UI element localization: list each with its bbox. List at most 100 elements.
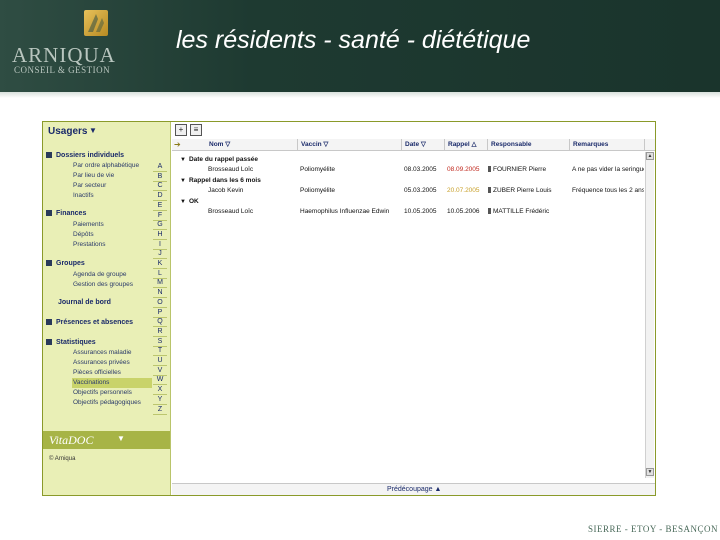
nav-section-groupes[interactable]: Groupes: [46, 260, 85, 267]
responsable-cell: ZUBER Pierre Louis: [488, 186, 568, 195]
nav-item-alphabetique[interactable]: Par ordre alphabétique: [72, 161, 152, 171]
index-letter-i[interactable]: I: [153, 240, 167, 250]
group-row-rappel-6-mois[interactable]: ▼ Rappel dans les 6 mois: [172, 176, 642, 185]
status-bar: Prédécoupage ▲: [172, 483, 655, 495]
nav-item-prestations[interactable]: Prestations: [72, 240, 152, 250]
index-letter-u[interactable]: U: [153, 356, 167, 366]
column-header-nom[interactable]: Nom ▽: [206, 139, 298, 151]
chevron-down-icon[interactable]: ▼: [89, 126, 97, 135]
section-bullet-icon: [46, 339, 52, 346]
logo-subtitle: CONSEIL & GESTION: [14, 65, 111, 75]
index-letter-v[interactable]: V: [153, 366, 167, 376]
nav-item-objectifs-personnels[interactable]: Objectifs personnels: [72, 388, 152, 398]
toolbar: + ≡: [172, 122, 655, 138]
nav-section-journal[interactable]: Journal de bord: [46, 299, 111, 306]
index-letter-o[interactable]: O: [153, 298, 167, 308]
index-letter-l[interactable]: L: [153, 269, 167, 279]
nav-item-inactifs[interactable]: Inactifs: [72, 191, 152, 201]
responsable-cell: FOURNIER Pierre: [488, 165, 568, 174]
slide: ARNIQUA CONSEIL & GESTION les résidents …: [0, 0, 720, 540]
sidebar-title[interactable]: Usagers: [48, 126, 87, 137]
rappel-ok: 10.05.2006: [447, 208, 480, 215]
nav-item-lieu-de-vie[interactable]: Par lieu de vie: [72, 171, 152, 181]
column-header-date[interactable]: Date ▽: [402, 139, 445, 151]
index-letter-c[interactable]: C: [153, 181, 167, 192]
section-bullet-icon: [46, 260, 52, 267]
nav-item-objectifs-pedagogiques[interactable]: Objectifs pédagogiques: [72, 398, 152, 408]
table-row[interactable]: Brosseaud Loïc Poliomyélite 08.03.2005 0…: [172, 165, 644, 174]
index-letter-e[interactable]: E: [153, 201, 167, 211]
collapse-triangle-icon[interactable]: ▼: [180, 198, 186, 207]
nav-item-assurances-privees[interactable]: Assurances privées: [72, 358, 152, 368]
index-letter-m[interactable]: M: [153, 278, 167, 289]
predecoupage-toggle[interactable]: Prédécoupage ▲: [387, 486, 441, 493]
column-header-responsable[interactable]: Responsable: [488, 139, 570, 151]
arniqua-logo: ARNIQUA CONSEIL & GESTION: [0, 0, 122, 92]
scroll-up-icon[interactable]: ▲: [646, 152, 654, 160]
index-letter-s[interactable]: S: [153, 337, 167, 347]
add-icon[interactable]: +: [175, 124, 187, 136]
footer-locations: SIERRE - ETOY - BESANÇON: [588, 524, 719, 534]
section-bullet-icon: [46, 319, 52, 326]
index-letter-h[interactable]: H: [153, 230, 167, 240]
index-letter-g[interactable]: G: [153, 220, 167, 231]
scroll-down-icon[interactable]: ▼: [646, 468, 654, 476]
vaccination-list-panel: + ≡ ➔ Nom ▽ Vaccin ▽ Date ▽ Rappel △ Res…: [172, 122, 655, 495]
nav-item-assurances-maladie[interactable]: Assurances maladie: [72, 348, 152, 358]
logo-emblem-icon: [84, 10, 108, 36]
nav-section-presences[interactable]: Présences et absences: [46, 319, 133, 326]
nav-item-gestion-groupes[interactable]: Gestion des groupes: [72, 280, 152, 290]
logo-name: ARNIQUA: [12, 43, 116, 67]
sidebar: Usagers ▼ Dossiers individuels Par ordre…: [43, 122, 171, 495]
collapse-triangle-icon[interactable]: ▼: [180, 156, 186, 165]
refresh-arrow-icon[interactable]: ➔: [174, 140, 181, 149]
nav-section-statistiques[interactable]: Statistiques: [46, 339, 96, 346]
index-letter-q[interactable]: Q: [153, 317, 167, 328]
nav-item-vaccinations[interactable]: Vaccinations: [72, 378, 152, 388]
index-letter-n[interactable]: N: [153, 288, 167, 299]
table-row[interactable]: Brosseaud Loïc Haemophilus Influenzae Ed…: [172, 207, 642, 216]
index-letter-f[interactable]: F: [153, 211, 167, 221]
index-letter-x[interactable]: X: [153, 385, 167, 396]
rappel-upcoming: 20.07.2005: [447, 187, 480, 194]
index-letter-w[interactable]: W: [153, 375, 167, 386]
nav-item-agenda-groupe[interactable]: Agenda de groupe: [72, 270, 152, 280]
group-row-ok[interactable]: ▼ OK: [172, 197, 642, 206]
copyright-text: © Arniqua: [49, 456, 76, 462]
column-header-vaccin[interactable]: Vaccin ▽: [298, 139, 402, 151]
group-row-rappel-passe[interactable]: ▼ Date du rappel passée: [172, 155, 642, 164]
alphabet-index: ABCDEFGHIJKLMNOPQRSTUVWXYZ: [153, 162, 167, 415]
column-header-rappel[interactable]: Rappel △: [445, 139, 488, 151]
sidebar-header[interactable]: Usagers ▼: [43, 122, 171, 142]
vitadoc-window: Usagers ▼ Dossiers individuels Par ordre…: [42, 121, 656, 496]
index-letter-z[interactable]: Z: [153, 405, 167, 415]
index-letter-r[interactable]: R: [153, 327, 167, 337]
index-letter-b[interactable]: B: [153, 172, 167, 182]
chevron-down-icon[interactable]: ▼: [117, 434, 125, 443]
nav-item-secteur[interactable]: Par secteur: [72, 181, 152, 191]
column-header-remarques[interactable]: Remarques: [570, 139, 645, 151]
vitadoc-brand-bar[interactable]: VitaDOC ▼: [43, 431, 170, 449]
header-band: ARNIQUA CONSEIL & GESTION les résidents …: [0, 0, 720, 92]
nav-section-dossiers[interactable]: Dossiers individuels: [46, 152, 124, 159]
index-letter-d[interactable]: D: [153, 191, 167, 202]
vertical-scrollbar[interactable]: ▲ ▼: [645, 152, 654, 478]
nav-item-paiements[interactable]: Paiements: [72, 220, 152, 230]
index-letter-a[interactable]: A: [153, 162, 167, 172]
nav-item-pieces-officielles[interactable]: Pièces officielles: [72, 368, 152, 378]
nav-item-depots[interactable]: Dépôts: [72, 230, 152, 240]
slide-title: les résidents - santé - diététique: [176, 26, 531, 54]
nav-section-finances[interactable]: Finances: [46, 210, 86, 217]
index-letter-k[interactable]: K: [153, 259, 167, 269]
index-letter-j[interactable]: J: [153, 249, 167, 260]
section-bullet-icon: [46, 210, 52, 217]
index-letter-p[interactable]: P: [153, 308, 167, 318]
vitadoc-logo: VitaDOC: [49, 433, 94, 447]
index-letter-y[interactable]: Y: [153, 395, 167, 405]
header-divider: [0, 92, 720, 98]
table-row[interactable]: Jacob Kevin Poliomyélite 05.03.2005 20.0…: [172, 186, 644, 195]
column-header-row: ➔ Nom ▽ Vaccin ▽ Date ▽ Rappel △ Respons…: [172, 139, 655, 151]
index-letter-t[interactable]: T: [153, 346, 167, 357]
collapse-triangle-icon[interactable]: ▼: [180, 177, 186, 186]
print-icon[interactable]: ≡: [190, 124, 202, 136]
